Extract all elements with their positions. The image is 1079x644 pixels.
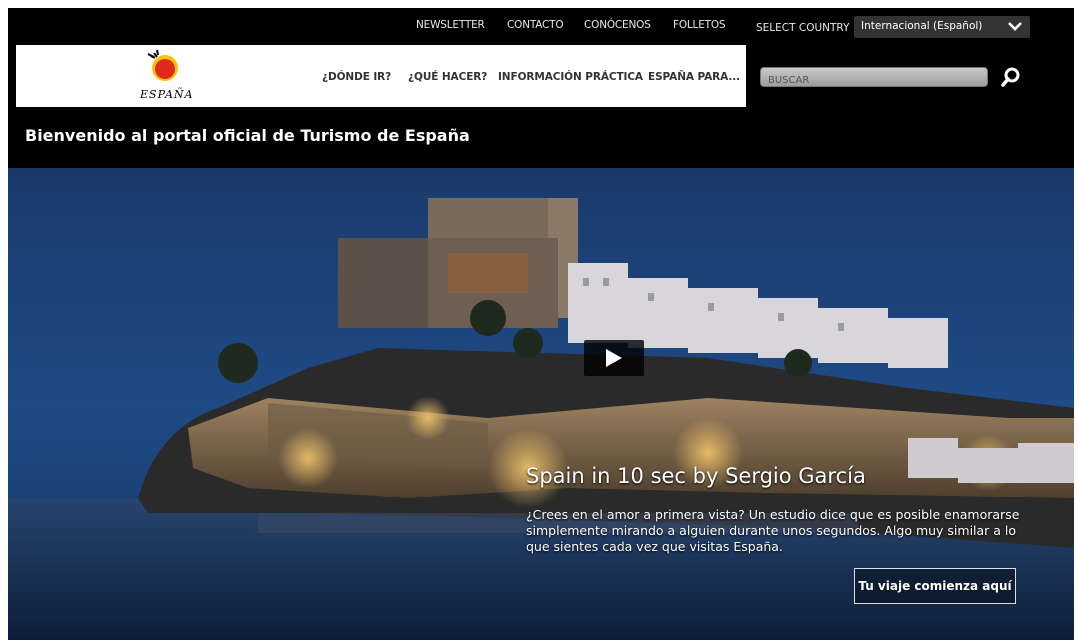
nav-que-hacer[interactable]: ¿QUÉ HACER?	[408, 71, 487, 83]
hero-banner: Spain in 10 sec by Sergio García ¿Crees …	[8, 168, 1074, 640]
country-label: SELECT COUNTRY	[756, 22, 850, 34]
country-select[interactable]: Internacional (Español)	[854, 16, 1030, 38]
search-button[interactable]	[998, 64, 1024, 90]
top-nav: NEWSLETTER CONTACTO CONÓCENOS FOLLETOS S…	[8, 8, 1074, 46]
nav-donde-ir[interactable]: ¿DÓNDE IR?	[322, 71, 391, 83]
contacto-link[interactable]: CONTACTO	[507, 19, 564, 31]
hero-title: Spain in 10 sec by Sergio García	[526, 464, 866, 488]
newsletter-link[interactable]: NEWSLETTER	[416, 19, 485, 31]
hero-description: ¿Crees en el amor a primera vista? Un es…	[526, 507, 1020, 554]
country-select-value: Internacional (Español)	[861, 20, 983, 32]
nav-informacion-practica[interactable]: INFORMACIÓN PRÁCTICA	[498, 71, 643, 83]
search-box	[760, 67, 988, 90]
cta-button[interactable]: Tu viaje comienza aquí	[854, 568, 1016, 604]
conocenos-link[interactable]: CONÓCENOS	[584, 19, 651, 31]
espana-logo[interactable]: ESPAÑA	[134, 45, 198, 107]
search-icon	[1001, 67, 1020, 87]
play-icon	[606, 349, 622, 367]
page-frame: NEWSLETTER CONTACTO CONÓCENOS FOLLETOS S…	[8, 8, 1074, 640]
folletos-link[interactable]: FOLLETOS	[673, 19, 726, 31]
play-button[interactable]	[584, 340, 644, 376]
welcome-heading: Bienvenido al portal oficial de Turismo …	[25, 126, 470, 145]
nav-espana-para[interactable]: ESPAÑA PARA...	[648, 71, 740, 83]
search-input[interactable]	[761, 71, 978, 90]
chevron-down-icon	[1008, 22, 1022, 31]
logo-wordmark: ESPAÑA	[140, 88, 194, 101]
